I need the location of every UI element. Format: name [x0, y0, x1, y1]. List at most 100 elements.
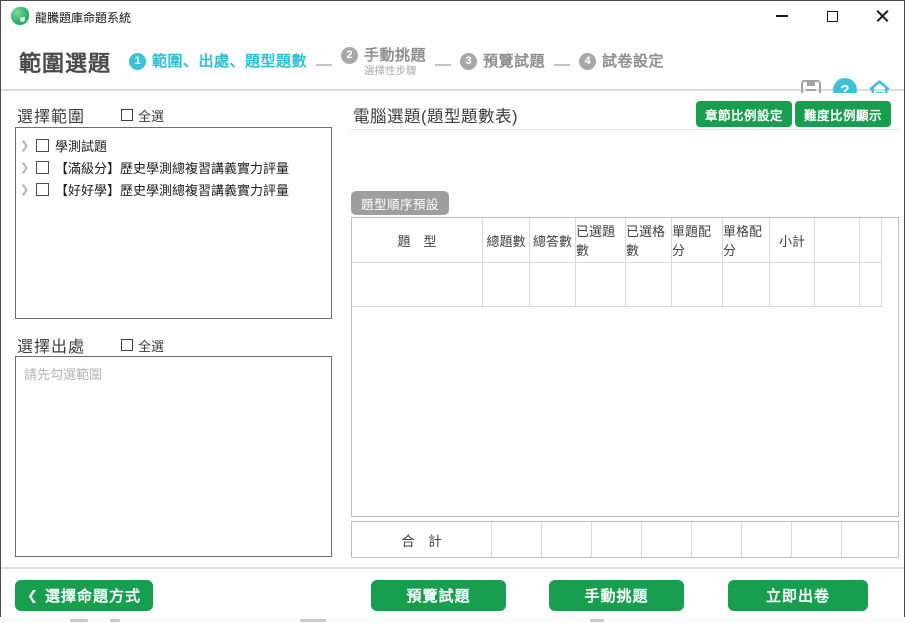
- range-select-all-checkbox[interactable]: [121, 109, 133, 121]
- column-header-selected-cells: 已選格數: [626, 218, 672, 263]
- app-window: 龍騰題庫命題系統 範圍選題 1 範圍、出處、題型題數 2 手動挑題 選擇性步驟: [0, 0, 905, 617]
- totals-label: 合 計: [352, 522, 492, 557]
- table-cell: [530, 263, 576, 307]
- step-1-label: 範圍、出處、題型題數: [152, 52, 307, 71]
- minimize-icon: [776, 15, 788, 17]
- expand-chevron-icon[interactable]: ❯: [20, 183, 30, 196]
- maximize-button[interactable]: [824, 8, 840, 24]
- tree-item-checkbox[interactable]: [36, 161, 49, 174]
- expand-chevron-icon[interactable]: ❯: [20, 161, 30, 174]
- step-separator: [316, 64, 332, 66]
- step-separator: [554, 64, 570, 66]
- range-section-title: 選擇範圍: [17, 103, 85, 127]
- table-empty-row: [352, 263, 881, 307]
- manual-pick-button[interactable]: 手動挑題: [549, 580, 684, 611]
- column-header-empty: [860, 218, 881, 263]
- source-select-all-label: 全選: [138, 336, 164, 355]
- source-section-title: 選擇出處: [17, 333, 85, 357]
- difficulty-ratio-button[interactable]: 難度比例顯示: [795, 101, 891, 127]
- source-select-all[interactable]: 全選: [121, 336, 164, 355]
- minimize-button[interactable]: [774, 8, 790, 24]
- table-cell: [352, 263, 483, 307]
- expand-chevron-icon[interactable]: ❯: [20, 139, 30, 152]
- column-header-selected-questions: 已選題數: [576, 218, 626, 263]
- totals-cell: [842, 522, 898, 557]
- chapter-ratio-button[interactable]: 章節比例設定: [696, 101, 792, 127]
- close-button[interactable]: [874, 8, 890, 24]
- step-2-label: 手動挑題: [364, 46, 426, 65]
- table-cell: [576, 263, 626, 307]
- right-panel-divider: [351, 129, 899, 130]
- range-select-all-label: 全選: [138, 106, 164, 125]
- close-icon: [876, 10, 889, 23]
- column-header-total-answers: 總答數: [530, 218, 576, 263]
- tree-item-exam-questions[interactable]: ❯ 學測試題: [20, 134, 327, 156]
- step-1-range[interactable]: 1 範圍、出處、題型題數: [129, 52, 307, 71]
- background-window-strip: [0, 617, 905, 623]
- step-4-label: 試卷設定: [602, 52, 664, 71]
- column-header-subtotal: 小計: [770, 218, 815, 263]
- column-header-points-per-cell: 單格配分: [723, 218, 770, 263]
- table-cell: [672, 263, 723, 307]
- source-placeholder: 請先勾選範圍: [24, 364, 323, 383]
- table-cell: [770, 263, 815, 307]
- app-title: 龍騰題庫命題系統: [35, 9, 131, 26]
- tree-item-checkbox[interactable]: [36, 183, 49, 196]
- totals-cell: [692, 522, 742, 557]
- background-artifact: [110, 619, 120, 622]
- back-chevron-icon: ❮: [27, 588, 39, 604]
- range-select-all[interactable]: 全選: [121, 106, 164, 125]
- background-artifact: [300, 619, 326, 622]
- question-type-table-grid: 題 型 總題數 總答數 已選題數 已選格數 單題配分 單格配分 小計: [352, 218, 882, 307]
- tree-item-full-score[interactable]: ❯ 【滿級分】歷史學測總複習講義實力評量: [20, 156, 327, 178]
- step-1-circle: 1: [129, 53, 146, 70]
- back-to-mode-button[interactable]: ❮ 選擇命題方式: [15, 580, 153, 611]
- page-title: 範圍選題: [19, 46, 111, 78]
- maximize-icon: [827, 11, 838, 22]
- step-3-label: 預覽試題: [483, 52, 545, 71]
- source-section-header: 選擇出處 全選: [17, 333, 164, 357]
- table-cell: [626, 263, 672, 307]
- computer-selection-title: 電腦選題(題型題數表): [353, 103, 518, 127]
- question-type-table: 題 型 總題數 總答數 已選題數 已選格數 單題配分 單格配分 小計: [351, 217, 899, 517]
- table-cell: [723, 263, 770, 307]
- step-indicator: 1 範圍、出處、題型題數 2 手動挑題 選擇性步驟 3 預覽試題 4 試卷設定: [129, 43, 664, 79]
- totals-cell: [542, 522, 592, 557]
- titlebar: 龍騰題庫命題系統: [1, 1, 904, 31]
- back-button-label: 選擇命題方式: [45, 585, 141, 606]
- tree-item-label: 【好好學】歷史學測總複習講義實力評量: [55, 180, 289, 199]
- tree-item-good-study[interactable]: ❯ 【好好學】歷史學測總複習講義實力評量: [20, 178, 327, 200]
- background-artifact: [70, 619, 88, 622]
- source-select-all-checkbox[interactable]: [121, 339, 133, 351]
- step-2-circle: 2: [341, 47, 358, 64]
- table-cell: [483, 263, 530, 307]
- footer-bar: ❮ 選擇命題方式 預覽試題 手動挑題 立即出卷: [1, 567, 904, 617]
- step-4-circle: 4: [579, 53, 596, 70]
- range-tree: ❯ 學測試題 ❯ 【滿級分】歷史學測總複習講義實力評量 ❯ 【好好學】歷史學測總…: [15, 127, 332, 319]
- totals-cell: [592, 522, 642, 557]
- step-3-circle: 3: [460, 53, 477, 70]
- source-list: 請先勾選範圍: [15, 356, 332, 557]
- tree-item-label: 【滿級分】歷史學測總複習講義實力評量: [55, 158, 289, 177]
- column-header-points-per-question: 單題配分: [672, 218, 723, 263]
- main-content: 選擇範圍 全選 ❯ 學測試題 ❯ 【滿級分】歷史學測總複習講義實力評量 ❯ 【好…: [1, 93, 904, 567]
- table-cell: [815, 263, 860, 307]
- app-logo-icon: [11, 7, 29, 25]
- totals-cell: [492, 522, 542, 557]
- tree-item-checkbox[interactable]: [36, 139, 49, 152]
- column-header-type: 題 型: [352, 218, 483, 263]
- column-header-total-questions: 總題數: [483, 218, 530, 263]
- totals-cell: [742, 522, 792, 557]
- totals-cell: [642, 522, 692, 557]
- generate-paper-button[interactable]: 立即出卷: [728, 580, 868, 611]
- step-separator: [435, 64, 451, 66]
- question-type-order-button[interactable]: 題型順序預設: [351, 191, 449, 215]
- range-section-header: 選擇範圍 全選: [17, 103, 164, 127]
- preview-questions-button[interactable]: 預覽試題: [371, 580, 506, 611]
- tree-item-label: 學測試題: [55, 136, 107, 155]
- table-cell: [860, 263, 881, 307]
- step-4-paper-settings[interactable]: 4 試卷設定: [579, 52, 664, 71]
- step-3-preview[interactable]: 3 預覽試題: [460, 52, 545, 71]
- step-2-manual-pick[interactable]: 2 手動挑題 選擇性步驟: [341, 46, 426, 77]
- totals-row: 合 計: [351, 521, 899, 558]
